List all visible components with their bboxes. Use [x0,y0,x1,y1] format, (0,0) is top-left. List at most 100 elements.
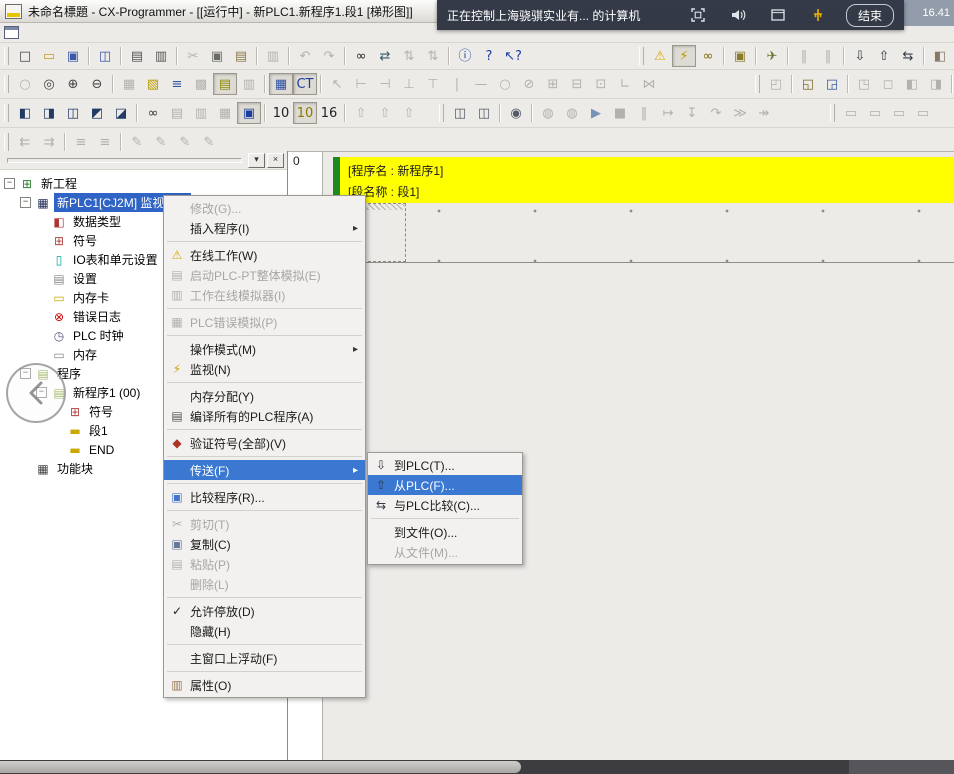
toolbar-button[interactable]: ▤ [125,45,149,67]
toolbar-button[interactable]: ◨ [924,73,948,95]
toolbar-button[interactable]: ⇩ [848,45,872,67]
toolbar-button[interactable]: ⇄ [373,45,397,67]
toolbar-button[interactable]: ⇧ [872,45,896,67]
toolbar-button[interactable]: ◩ [85,102,109,124]
toolbar-button[interactable]: ? [477,45,501,67]
toolbar-button[interactable]: ◉ [504,102,528,124]
toolbar-button[interactable]: ◨ [37,102,61,124]
toolbar-button[interactable]: ▭ [37,45,61,67]
toolbar-button[interactable]: ▶ [584,102,608,124]
back-overlay-button[interactable] [6,363,66,423]
toolbar-button[interactable]: ∞ [696,45,720,67]
toolbar-button[interactable]: ▭ [839,102,863,124]
toolbar-button[interactable]: ⊟ [565,73,589,95]
toolbar-button[interactable]: ▤ [229,45,253,67]
context-menu-item[interactable]: ▤ 编译所有的PLC程序(A) ▸ [164,406,365,426]
toolbar-button[interactable]: ⊕ [61,73,85,95]
submenu-item[interactable]: ⇆ 与PLC比较(C)... ▸ [368,495,522,515]
toolbar-button[interactable]: ▣ [61,45,85,67]
submenu-item[interactable]: 从文件(M)... ▸ [368,542,522,562]
toolbar-button[interactable]: ▧ [141,73,165,95]
context-menu-item[interactable]: 传送(F) ▸ [164,460,365,480]
toolbar-button[interactable]: ▤ [165,102,189,124]
child-window-icon[interactable] [4,26,19,39]
toolbar-button[interactable]: ▦ [117,73,141,95]
submenu-item[interactable]: 到文件(O)... ▸ [368,522,522,542]
toolbar-button[interactable]: ▥ [237,73,261,95]
toolbar-button[interactable]: ▣ [728,45,752,67]
bottom-scrollbar[interactable] [0,760,954,774]
context-menu-item[interactable]: ✂ 剪切(T) ▸ [164,514,365,534]
toolbar-button[interactable]: ⇉ [37,131,61,153]
workspace-drag-handle[interactable] [7,158,242,163]
context-menu-item[interactable]: 插入程序(I) ▸ [164,218,365,238]
toolbar-grip[interactable] [830,104,835,122]
toolbar-grip[interactable] [4,47,9,65]
menu-item[interactable] [109,31,123,35]
toolbar-button[interactable]: ▦ [269,73,293,95]
toolbar-button[interactable]: ○ [493,73,517,95]
toolbar-button[interactable]: ◰ [764,73,788,95]
toolbar-button[interactable]: ▭ [887,102,911,124]
toolbar-button[interactable]: ↧ [680,102,704,124]
toolbar-button[interactable]: ⚡ [672,45,696,67]
toolbar-button[interactable]: ⋈ [637,73,661,95]
toolbar-button[interactable]: ↦ [656,102,680,124]
toolbar-button[interactable]: ▩ [189,73,213,95]
context-menu-item[interactable]: ▥ 属性(O) ▸ [164,675,365,695]
context-menu-item[interactable]: ⚠ 在线工作(W) ▸ [164,245,365,265]
toolbar-button[interactable]: ⊘ [517,73,541,95]
toolbar-button[interactable]: ◫ [472,102,496,124]
toolbar-button[interactable]: ⊡ [589,73,613,95]
toolbar-button[interactable]: ⇧ [397,102,421,124]
context-menu-item[interactable]: ▤ 粘贴(P) ▸ [164,554,365,574]
toolbar-button[interactable]: ▥ [189,102,213,124]
end-session-button[interactable]: 结束 [846,4,894,27]
toolbar-button[interactable]: ▣ [237,102,261,124]
toolbar-button[interactable]: ▦ [213,102,237,124]
toolbar-button[interactable]: ▭ [863,102,887,124]
menu-item[interactable] [25,31,39,35]
toolbar-button[interactable]: ◍ [536,102,560,124]
context-menu-item[interactable]: 内存分配(Y) ▸ [164,386,365,406]
context-menu-item[interactable]: 隐藏(H) ▸ [164,621,365,641]
scrollbar-thumb[interactable] [0,761,521,773]
toolbar-button[interactable]: ▥ [261,45,285,67]
toolbar-button[interactable]: ⇧ [373,102,397,124]
menu-item[interactable] [137,31,151,35]
toolbar-button[interactable]: ✎ [197,131,221,153]
submenu-item[interactable]: ⇩ 到PLC(T)... ▸ [368,455,522,475]
menu-item[interactable] [81,31,95,35]
context-menu-item[interactable]: ▥ 工作在线模拟器(I) ▸ [164,285,365,305]
toolbar-button[interactable]: ↶ [293,45,317,67]
toolbar-button[interactable]: ∞ [141,102,165,124]
expander-icon[interactable]: − [20,197,31,208]
toolbar-grip[interactable] [4,104,9,122]
ladder-grid[interactable] [333,203,954,263]
toolbar-button[interactable]: ◧ [928,45,952,67]
context-menu-item[interactable]: ⚡ 监视(N) ▸ [164,359,365,379]
toolbar-button[interactable]: ‖ [792,45,816,67]
toolbar-button[interactable]: CT [293,73,317,95]
submenu-item[interactable]: ⇧ 从PLC(F)... ▸ [368,475,522,495]
toolbar-button[interactable]: ⇅ [397,45,421,67]
toolbar-button[interactable]: ‖ [632,102,656,124]
toolbar-button[interactable]: ⊥ [397,73,421,95]
toolbar-button[interactable]: ⓘ [453,45,477,67]
toolbar-button[interactable]: 10 [293,102,317,124]
toolbar-grip[interactable] [755,75,760,93]
context-menu-item[interactable]: 修改(G)... ▸ [164,198,365,218]
toolbar-button[interactable]: ↖ [325,73,349,95]
context-menu-item[interactable]: ▣ 比较程序(R)... ▸ [164,487,365,507]
toolbar-button[interactable]: ✎ [173,131,197,153]
toolbar-grip[interactable] [4,133,9,151]
workspace-dropdown-button[interactable]: ▾ [248,153,265,168]
toolbar-button[interactable]: ✎ [149,131,173,153]
toolbar-grip[interactable] [439,104,444,122]
toolbar-button[interactable]: ▤ [213,73,237,95]
toolbar-button[interactable]: ⇆ [896,45,920,67]
context-menu-item[interactable]: 主窗口上浮动(F) ▸ [164,648,365,668]
toolbar-button[interactable]: ◳ [852,73,876,95]
toolbar-button[interactable]: ◧ [900,73,924,95]
toolbar-button[interactable]: ⚠ [648,45,672,67]
